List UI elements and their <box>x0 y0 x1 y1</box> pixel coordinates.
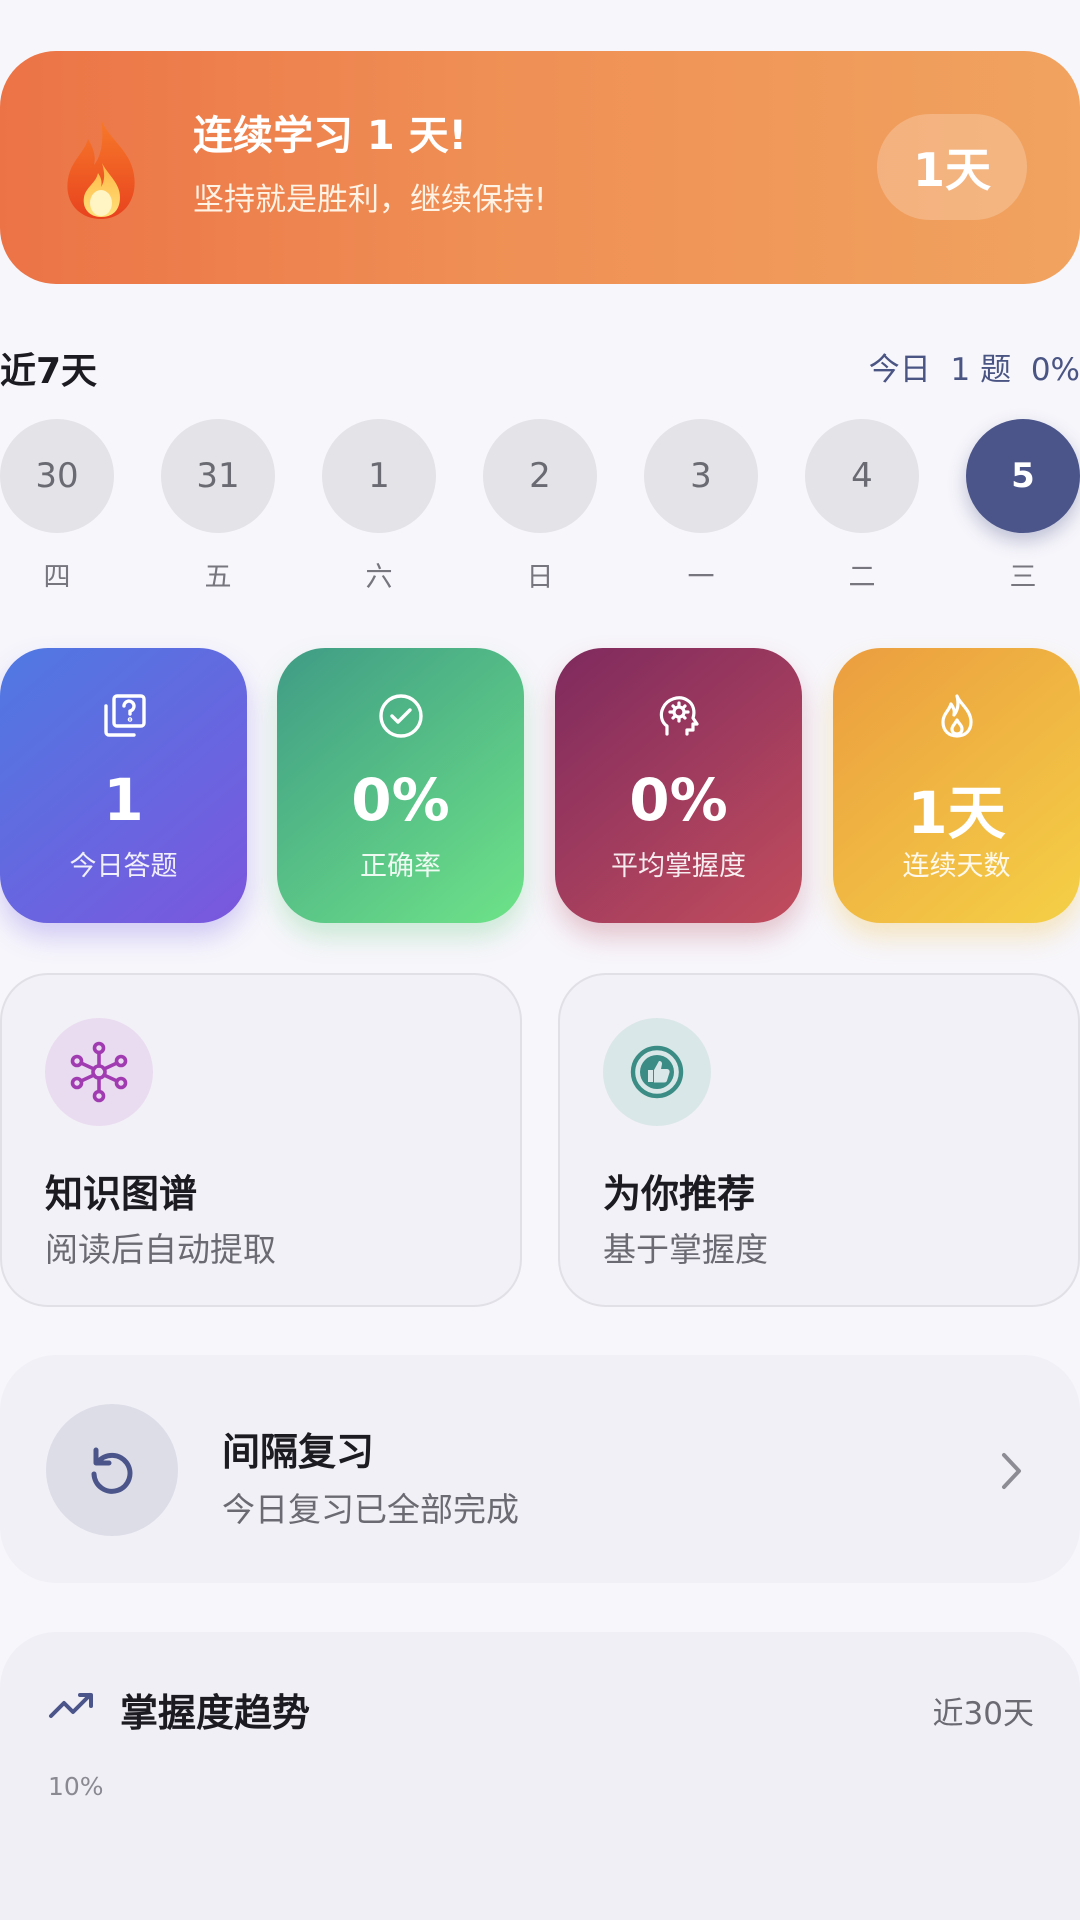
mastery-trend-card: 掌握度趋势 近30天 10% <box>0 1632 1080 1920</box>
day-date: 1 <box>322 419 436 533</box>
stat-card-streak[interactable]: 1天 连续天数 <box>833 648 1080 923</box>
streak-subtitle: 坚持就是胜利，继续保持! <box>193 182 547 218</box>
day-weekday: 四 <box>43 562 71 593</box>
today-label: 今日 <box>868 352 931 388</box>
stat-card-today-questions[interactable]: 1 今日答题 <box>0 648 247 923</box>
week-title: 近7天 <box>0 351 98 392</box>
recommend-card[interactable]: 为你推荐 基于掌握度 <box>558 973 1080 1307</box>
week-header: 近7天 今日 1 题 0% <box>0 340 1080 392</box>
knowledge-graph-card[interactable]: 知识图谱 阅读后自动提取 <box>0 973 522 1307</box>
review-title: 间隔复习 <box>222 1430 375 1474</box>
day-weekday: 一 <box>687 562 715 593</box>
stat-value: 0% <box>629 766 728 834</box>
replay-icon <box>91 1447 133 1494</box>
feature-title: 为你推荐 <box>603 1172 756 1216</box>
stats-row: 1 今日答题 0% 正确率 0% 平均掌握度 1天 连续天数 <box>0 648 1080 923</box>
brain-head-icon <box>659 696 699 736</box>
review-subtitle: 今日复习已全部完成 <box>222 1490 519 1529</box>
today-count: 1 题 <box>950 352 1012 388</box>
feature-title: 知识图谱 <box>45 1172 198 1216</box>
network-icon <box>70 1041 128 1103</box>
today-summary: 今日 1 题 0% <box>869 344 1080 389</box>
day-item[interactable]: 4 二 <box>805 419 919 594</box>
fire-icon <box>67 119 135 219</box>
stat-value: 1 <box>103 766 144 834</box>
streak-days-badge: 1天 <box>877 114 1027 220</box>
stat-value: 1天 <box>907 779 1006 847</box>
trending-up-icon <box>49 1693 93 1718</box>
stat-value: 0% <box>351 766 450 834</box>
feature-subtitle: 阅读后自动提取 <box>45 1230 276 1269</box>
day-item[interactable]: 31 五 <box>161 419 275 594</box>
day-date: 30 <box>0 419 114 533</box>
day-weekday: 二 <box>848 562 876 593</box>
trend-title: 掌握度趋势 <box>120 1691 311 1735</box>
day-date: 31 <box>161 419 275 533</box>
stat-card-accuracy[interactable]: 0% 正确率 <box>277 648 524 923</box>
stat-label: 连续天数 <box>902 851 1011 882</box>
review-badge <box>46 1404 178 1536</box>
day-item-today[interactable]: 5 三 <box>966 419 1080 594</box>
trend-y-axis-label: 10% <box>48 1772 104 1801</box>
chevron-right-icon <box>1002 1453 1021 1489</box>
stat-label: 正确率 <box>360 851 441 882</box>
day-weekday: 六 <box>365 562 393 593</box>
day-item[interactable]: 1 六 <box>322 419 436 594</box>
feature-subtitle: 基于掌握度 <box>603 1230 768 1269</box>
spaced-review-card[interactable]: 间隔复习 今日复习已全部完成 <box>0 1355 1080 1583</box>
day-item[interactable]: 3 一 <box>644 419 758 594</box>
today-rate: 0% <box>1030 352 1080 388</box>
knowledge-graph-badge <box>45 1018 153 1126</box>
app-page: 连续学习 1 天! 坚持就是胜利，继续保持! 1天 近7天 今日 1 题 0% … <box>0 0 1080 1920</box>
stat-label: 平均掌握度 <box>611 851 746 882</box>
check-circle-icon <box>378 694 423 738</box>
day-item[interactable]: 30 四 <box>0 419 114 594</box>
stat-label: 今日答题 <box>69 851 178 882</box>
trend-range-selector[interactable]: 近30天 <box>933 1688 1034 1733</box>
day-weekday: 三 <box>1009 562 1037 593</box>
day-date: 4 <box>805 419 919 533</box>
thumbs-up-icon <box>630 1045 684 1099</box>
flame-icon <box>940 694 973 738</box>
day-item[interactable]: 2 日 <box>483 419 597 594</box>
day-weekday: 五 <box>204 562 232 593</box>
day-weekday: 日 <box>526 562 554 593</box>
day-date: 2 <box>483 419 597 533</box>
day-date: 3 <box>644 419 758 533</box>
streak-title: 连续学习 1 天! <box>193 113 467 159</box>
stat-card-mastery[interactable]: 0% 平均掌握度 <box>555 648 802 923</box>
week-day-strip: 30 四 31 五 1 六 2 日 3 一 4 二 5 三 <box>0 419 1080 593</box>
streak-banner[interactable]: 连续学习 1 天! 坚持就是胜利，继续保持! 1天 <box>0 51 1080 284</box>
question-cards-icon <box>103 694 146 737</box>
recommend-badge <box>603 1018 711 1126</box>
day-date-active: 5 <box>966 419 1080 533</box>
